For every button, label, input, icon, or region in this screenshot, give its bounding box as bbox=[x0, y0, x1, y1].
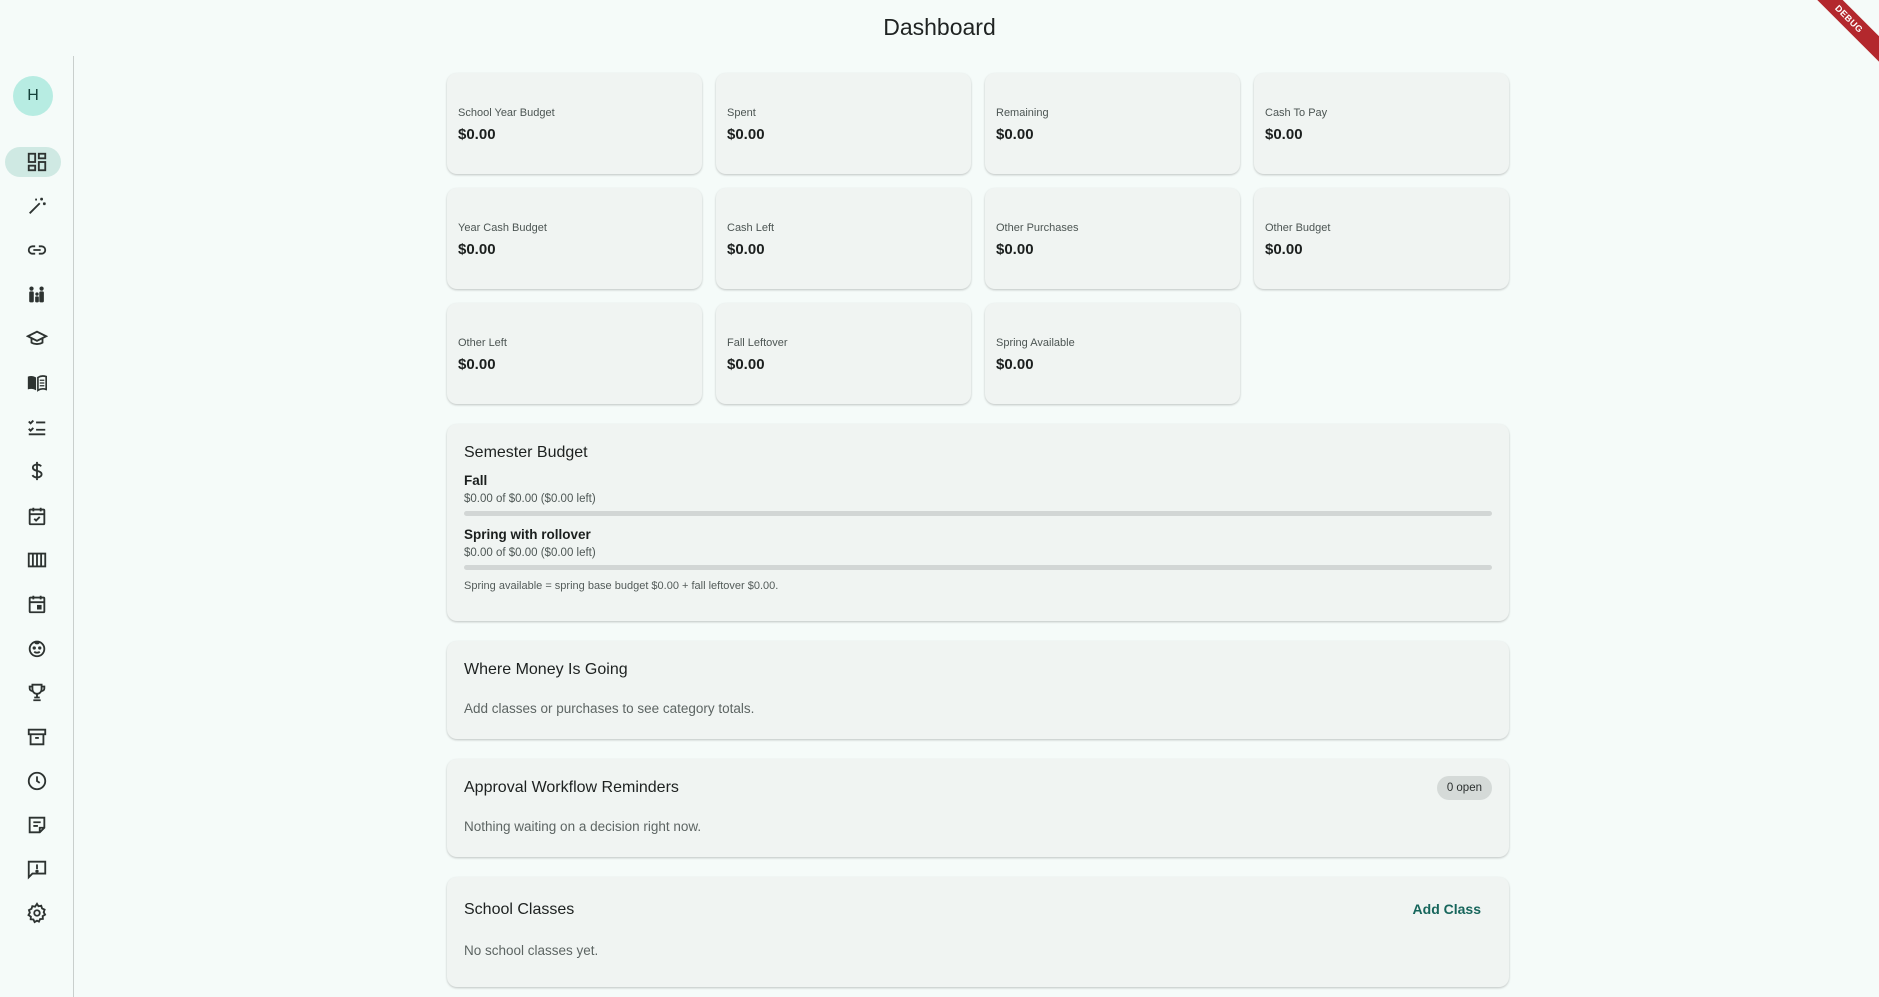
semester-row-spring: Spring with rollover $0.00 of $0.00 ($0.… bbox=[464, 527, 1492, 570]
nav-item-school[interactable] bbox=[0, 317, 73, 361]
archive-icon bbox=[27, 728, 46, 745]
stat-label: Cash Left bbox=[727, 222, 775, 234]
stat-card-other-left: Other Left $0.00 bbox=[447, 303, 702, 404]
progress-bar bbox=[464, 511, 1492, 516]
stat-label: Fall Leftover bbox=[727, 337, 788, 349]
school-classes-card: School Classes Add Class No school class… bbox=[447, 877, 1509, 987]
trophy-icon bbox=[28, 684, 45, 702]
nav-item-notes[interactable] bbox=[0, 803, 73, 847]
nav-item-history[interactable] bbox=[0, 759, 73, 803]
card-title: Where Money Is Going bbox=[464, 661, 628, 678]
dollar-icon bbox=[31, 462, 43, 481]
stat-card-spring-available: Spring Available $0.00 bbox=[985, 303, 1240, 404]
stat-card-fall-leftover: Fall Leftover $0.00 bbox=[716, 303, 971, 404]
card-title: Semester Budget bbox=[464, 444, 588, 461]
stat-card-cash-left: Cash Left $0.00 bbox=[716, 188, 971, 289]
stat-grid: School Year Budget $0.00 Spent $0.00 Remai… bbox=[447, 73, 1509, 404]
nav-item-magic[interactable] bbox=[0, 184, 73, 228]
stat-value: $0.00 bbox=[727, 356, 765, 373]
semester-detail: $0.00 of $0.00 ($0.00 left) bbox=[464, 493, 596, 505]
stat-label: Cash To Pay bbox=[1265, 107, 1328, 119]
stat-card-school-year-budget: School Year Budget $0.00 bbox=[447, 73, 702, 174]
stat-value: $0.00 bbox=[727, 241, 765, 258]
semester-row-fall: Fall $0.00 of $0.00 ($0.00 left) bbox=[464, 473, 1492, 516]
nav-item-settings[interactable] bbox=[0, 891, 73, 935]
navigation-rail: H bbox=[0, 56, 74, 997]
child-face-icon bbox=[28, 640, 45, 658]
semester-note: Spring available = spring base budget $0… bbox=[464, 580, 779, 592]
card-title: Approval Workflow Reminders bbox=[464, 779, 679, 796]
stat-label: Remaining bbox=[996, 107, 1049, 119]
nav-item-budget[interactable] bbox=[0, 449, 73, 493]
stat-value: $0.00 bbox=[1265, 126, 1303, 143]
stat-card-other-purchases: Other Purchases $0.00 bbox=[985, 188, 1240, 289]
calendar-check-icon bbox=[28, 507, 45, 525]
stat-value: $0.00 bbox=[996, 241, 1034, 258]
stat-value: $0.00 bbox=[727, 126, 765, 143]
progress-bar bbox=[464, 565, 1492, 570]
stat-value: $0.00 bbox=[458, 356, 496, 373]
checklist-icon bbox=[27, 420, 45, 436]
graduation-cap-icon bbox=[25, 330, 48, 345]
stat-label: Spring Available bbox=[996, 337, 1075, 349]
stat-value: $0.00 bbox=[1265, 241, 1303, 258]
nav-item-tasks[interactable] bbox=[0, 405, 73, 449]
nav-list bbox=[0, 140, 73, 935]
nav-item-links[interactable] bbox=[0, 228, 73, 272]
gear-icon bbox=[26, 902, 46, 924]
link-icon bbox=[27, 245, 46, 256]
app-bar: Dashboard DEBUG bbox=[0, 0, 1879, 68]
approval-reminders-card: Approval Workflow Reminders 0 open Nothi… bbox=[447, 759, 1509, 857]
stat-card-spent: Spent $0.00 bbox=[716, 73, 971, 174]
where-money-card: Where Money Is Going Add classes or purc… bbox=[447, 641, 1509, 739]
nav-item-calendar[interactable] bbox=[0, 582, 73, 626]
stat-label: Other Budget bbox=[1265, 222, 1331, 234]
empty-message: Add classes or purchases to see category… bbox=[464, 701, 755, 716]
avatar[interactable]: H bbox=[13, 76, 53, 116]
nav-item-archive[interactable] bbox=[0, 714, 73, 758]
semester-detail: $0.00 of $0.00 ($0.00 left) bbox=[464, 547, 596, 559]
semester-budget-card: Semester Budget Fall $0.00 of $0.00 ($0.… bbox=[447, 424, 1509, 621]
empty-message: Nothing waiting on a decision right now. bbox=[464, 819, 702, 834]
calendar-icon bbox=[28, 595, 45, 614]
empty-message: No school classes yet. bbox=[464, 943, 599, 958]
nav-item-curriculum[interactable] bbox=[0, 361, 73, 405]
stat-value: $0.00 bbox=[458, 241, 496, 258]
semester-name: Fall bbox=[464, 473, 488, 488]
nav-item-feedback[interactable] bbox=[0, 847, 73, 891]
stat-label: School Year Budget bbox=[458, 107, 555, 119]
nav-item-schedule[interactable] bbox=[0, 538, 73, 582]
add-class-button[interactable]: Add Class bbox=[1413, 901, 1481, 917]
family-icon bbox=[28, 286, 44, 302]
open-count-badge: 0 open bbox=[1436, 776, 1492, 800]
dashboard-content: School Year Budget $0.00 Spent $0.00 Remai… bbox=[447, 73, 1509, 987]
stat-card-cash-to-pay: Cash To Pay $0.00 bbox=[1254, 73, 1509, 174]
stat-value: $0.00 bbox=[996, 126, 1034, 143]
nav-item-achievements[interactable] bbox=[0, 670, 73, 714]
stat-label: Other Purchases bbox=[996, 222, 1079, 234]
columns-icon bbox=[27, 552, 46, 568]
nav-item-family[interactable] bbox=[0, 273, 73, 317]
card-title: School Classes bbox=[464, 901, 575, 918]
stat-card-remaining: Remaining $0.00 bbox=[985, 73, 1240, 174]
book-icon bbox=[27, 375, 47, 392]
stat-label: Year Cash Budget bbox=[458, 222, 547, 234]
stat-label: Other Left bbox=[458, 337, 507, 349]
semester-name: Spring with rollover bbox=[464, 527, 591, 542]
dashboard-icon bbox=[27, 152, 46, 172]
clock-icon bbox=[27, 771, 46, 790]
magic-wand-icon bbox=[28, 198, 46, 215]
stat-card-year-cash-budget: Year Cash Budget $0.00 bbox=[447, 188, 702, 289]
nav-item-students[interactable] bbox=[0, 626, 73, 670]
stat-value: $0.00 bbox=[996, 356, 1034, 373]
stat-card-other-budget: Other Budget $0.00 bbox=[1254, 188, 1509, 289]
stat-label: Spent bbox=[727, 107, 756, 119]
feedback-icon bbox=[27, 860, 46, 880]
stat-value: $0.00 bbox=[458, 126, 496, 143]
nav-item-dashboard[interactable] bbox=[0, 140, 73, 184]
page-title: Dashboard bbox=[883, 14, 996, 40]
nav-item-attendance[interactable] bbox=[0, 494, 73, 538]
note-icon bbox=[28, 816, 45, 834]
